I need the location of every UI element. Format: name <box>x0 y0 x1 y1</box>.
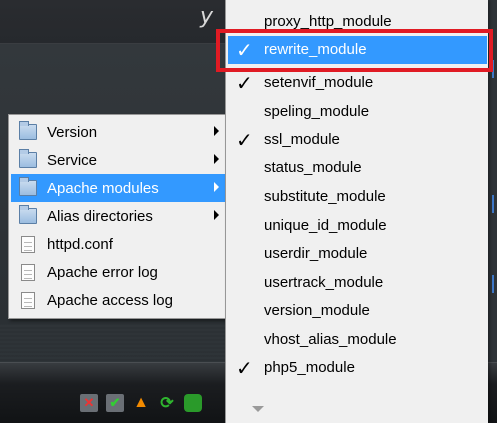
vlc-cone-icon[interactable]: ▲ <box>132 394 150 412</box>
module-item-status[interactable]: status_module <box>228 154 487 182</box>
module-label: setenvif_module <box>264 74 374 91</box>
menu-item-apache-modules[interactable]: Apache modules <box>11 174 225 202</box>
document-icon <box>21 291 35 309</box>
submenu-arrow-icon <box>214 182 219 192</box>
edge-marker <box>492 195 494 213</box>
module-item-ssl[interactable]: ✓ ssl_module <box>228 126 487 154</box>
menu-item-label: Apache modules <box>47 179 159 197</box>
check-icon: ✓ <box>236 356 253 380</box>
module-label: unique_id_module <box>264 217 387 234</box>
module-label: php5_module <box>264 359 355 376</box>
network-icon[interactable]: ✕ <box>80 394 98 412</box>
edge-marker <box>492 275 494 293</box>
menu-item-label: Alias directories <box>47 207 153 225</box>
module-item-unique-id[interactable]: unique_id_module <box>228 212 487 240</box>
menu-item-alias-directories[interactable]: Alias directories <box>11 202 225 230</box>
menu-item-label: Apache access log <box>47 291 173 309</box>
check-icon: ✓ <box>236 71 253 95</box>
module-item-setenvif[interactable]: ✓ setenvif_module <box>228 69 487 97</box>
module-label: version_module <box>264 302 370 319</box>
module-item-substitute[interactable]: substitute_module <box>228 183 487 211</box>
module-label: ssl_module <box>264 131 340 148</box>
module-label: userdir_module <box>264 245 368 262</box>
module-label: usertrack_module <box>264 274 384 291</box>
module-item-speling[interactable]: speling_module <box>228 98 487 126</box>
folder-icon <box>19 177 37 196</box>
menu-item-httpd-conf[interactable]: httpd.conf <box>11 230 225 258</box>
document-icon <box>21 235 35 253</box>
module-item-userdir[interactable]: userdir_module <box>228 240 487 268</box>
module-label: substitute_module <box>264 188 386 205</box>
folder-icon <box>19 205 37 224</box>
module-item-usertrack[interactable]: usertrack_module <box>228 269 487 297</box>
module-item-version[interactable]: version_module <box>228 297 487 325</box>
submenu-arrow-icon <box>214 154 219 164</box>
wamp-submenu: Version Service Apache modules Alias dir… <box>8 114 228 319</box>
annotation-highlight-box <box>216 29 493 72</box>
scroll-down-arrow-icon[interactable] <box>252 406 264 412</box>
menu-item-label: Version <box>47 123 98 141</box>
menu-item-label: Apache error log <box>47 263 158 281</box>
menu-item-apache-error-log[interactable]: Apache error log <box>11 258 225 286</box>
folder-icon <box>19 121 37 140</box>
menu-item-apache-access-log[interactable]: Apache access log <box>11 286 225 314</box>
menu-item-service[interactable]: Service <box>11 146 225 174</box>
shield-icon[interactable]: ✔ <box>106 394 124 412</box>
menu-item-version[interactable]: Version <box>11 118 225 146</box>
module-item-php5[interactable]: ✓ php5_module <box>228 354 487 382</box>
window-title-fragment: y <box>199 4 213 29</box>
document-icon <box>21 263 35 281</box>
module-label: status_module <box>264 159 362 176</box>
submenu-arrow-icon <box>214 210 219 220</box>
module-label: speling_module <box>264 103 370 120</box>
module-label: proxy_http_module <box>264 13 392 30</box>
submenu-arrow-icon <box>214 126 219 136</box>
module-item-vhost-alias[interactable]: vhost_alias_module <box>228 326 487 354</box>
wamp-icon[interactable] <box>184 394 202 412</box>
menu-item-label: Service <box>47 151 98 169</box>
refresh-icon[interactable]: ⟳ <box>158 394 176 412</box>
window-title-strip: y <box>0 0 225 44</box>
system-tray: ✕ ✔ ▲ ⟳ <box>80 394 202 414</box>
check-icon: ✓ <box>236 128 253 152</box>
module-label: vhost_alias_module <box>264 331 397 348</box>
menu-item-label: httpd.conf <box>47 235 113 253</box>
folder-icon <box>19 149 37 168</box>
